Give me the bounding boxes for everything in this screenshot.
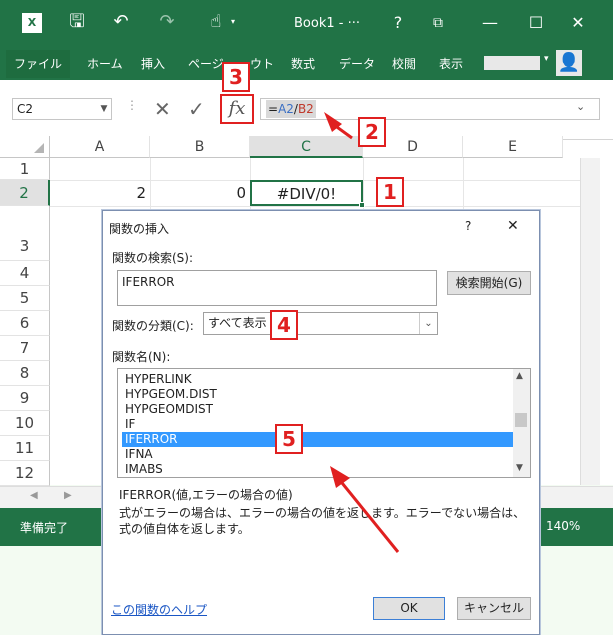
arrow-5-head [330,466,350,488]
callout-arrows [324,112,400,553]
arrow-5-line [336,477,400,553]
